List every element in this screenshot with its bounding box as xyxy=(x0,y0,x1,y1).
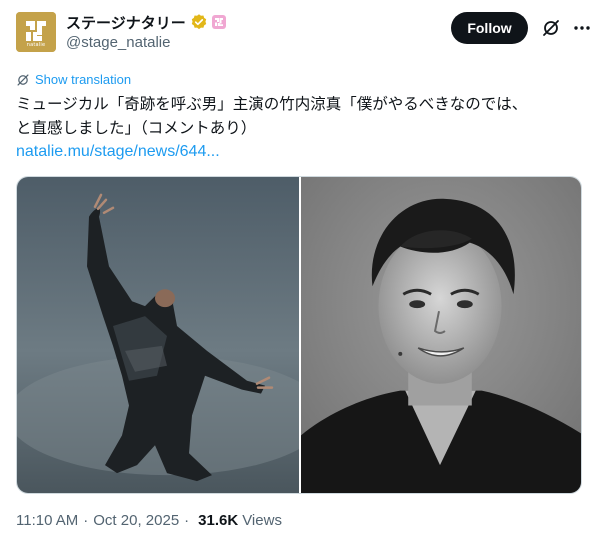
affiliation-badge-icon[interactable] xyxy=(211,15,226,29)
tweet-date[interactable]: Oct 20, 2025 xyxy=(93,512,179,529)
views-count: 31.6K xyxy=(198,512,239,529)
media-grid xyxy=(16,176,582,494)
tweet-text: ミュージカル「奇跡を呼ぶ男」主演の竹内涼真「僕がやるべきなのでは、 と直感しまし… xyxy=(16,95,528,137)
tweet-link[interactable]: natalie.mu/stage/news/644... xyxy=(16,140,220,164)
views-label: Views xyxy=(242,512,282,529)
portrait-photo-image xyxy=(301,177,581,493)
grok-translate-icon xyxy=(17,73,29,86)
meta-separator: · xyxy=(83,512,89,529)
avatar[interactable]: natalie xyxy=(16,12,56,52)
tweet-header: natalie ステージナタリー @stage_natalie Follow xyxy=(16,12,590,56)
more-icon[interactable] xyxy=(572,18,592,38)
display-name[interactable]: ステージナタリー xyxy=(66,12,186,33)
author-names: ステージナタリー @stage_natalie xyxy=(66,12,226,51)
meta-separator: · xyxy=(184,512,190,529)
photo-portrait[interactable] xyxy=(301,177,581,493)
grok-icon[interactable] xyxy=(541,18,561,38)
tweet-meta: 11:10 AM · Oct 20, 2025 · 31.6K Views xyxy=(16,512,282,529)
photo-dancer[interactable] xyxy=(17,177,299,493)
follow-button[interactable]: Follow xyxy=(451,12,528,44)
avatar-label: natalie xyxy=(26,42,46,48)
show-translation-label: Show translation xyxy=(35,72,132,87)
author-handle[interactable]: @stage_natalie xyxy=(66,34,226,51)
show-translation-link[interactable]: Show translation xyxy=(16,72,131,87)
tweet-time[interactable]: 11:10 AM xyxy=(16,512,78,529)
dancer-photo-image xyxy=(17,177,299,493)
verified-badge-icon xyxy=(191,14,206,30)
